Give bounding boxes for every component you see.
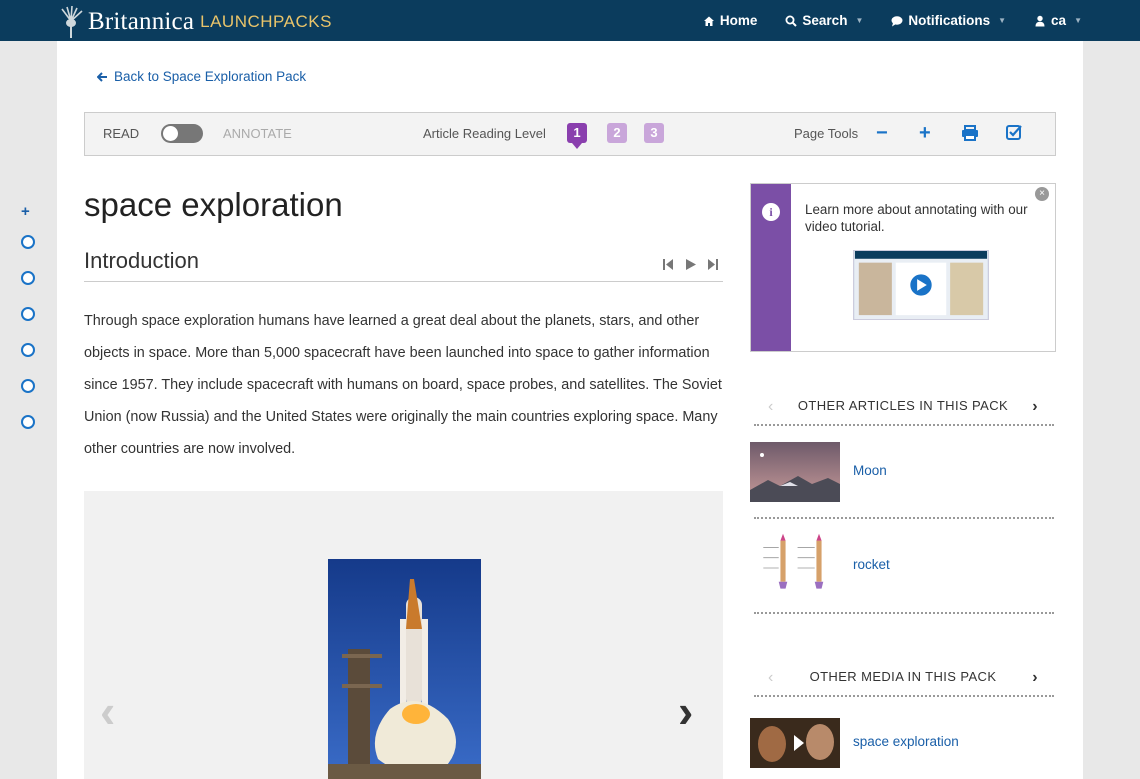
reading-level-2-button[interactable]: 2 xyxy=(607,123,627,143)
chevron-down-icon: ▼ xyxy=(1074,16,1082,25)
related-article-label: rocket xyxy=(853,557,890,572)
top-navigation-bar: Britannica LAUNCHPACKS Home Search ▼ Not… xyxy=(0,0,1140,41)
video-tutorial-thumbnail[interactable] xyxy=(853,250,989,320)
audio-controls xyxy=(662,258,719,271)
play-icon[interactable] xyxy=(684,258,697,271)
other-media-header: ‹ OTHER MEDIA IN THIS PACK › xyxy=(750,669,1056,687)
chevron-left-icon[interactable]: ‹ xyxy=(768,398,774,416)
other-articles-heading: OTHER ARTICLES IN THIS PACK xyxy=(797,398,1009,413)
checkbox-icon[interactable] xyxy=(1006,124,1023,141)
chevron-down-icon: ▼ xyxy=(998,16,1007,25)
related-article-moon[interactable]: Moon xyxy=(750,442,1056,502)
video-thumbnail xyxy=(750,718,840,768)
annotation-marker[interactable] xyxy=(21,307,35,321)
skip-forward-icon[interactable] xyxy=(707,258,719,271)
section-heading: Introduction xyxy=(84,248,723,282)
media-carousel: ‹ › xyxy=(84,491,723,779)
rocket-diagram-thumbnail xyxy=(756,532,834,592)
annotation-rail: + xyxy=(0,41,57,779)
britannica-launchpacks-logo[interactable]: Britannica LAUNCHPACKS xyxy=(58,4,332,40)
reading-level-1-button[interactable]: 1 xyxy=(567,123,587,149)
arrow-left-icon xyxy=(97,71,107,82)
nav-user-label: ca xyxy=(1051,13,1067,28)
reading-level-3-button[interactable]: 3 xyxy=(644,123,664,143)
carousel-prev-icon[interactable]: ‹ xyxy=(100,684,115,738)
article-title: space exploration xyxy=(84,186,343,223)
related-article-rocket[interactable]: rocket xyxy=(750,532,1056,592)
nav-home-label: Home xyxy=(719,13,758,28)
nav-search[interactable]: Search ▼ xyxy=(785,13,863,28)
skip-back-icon[interactable] xyxy=(662,258,674,271)
user-icon xyxy=(1035,15,1045,26)
annotation-marker[interactable] xyxy=(21,235,35,249)
annotation-marker[interactable] xyxy=(21,415,35,429)
page-tools-label: Page Tools xyxy=(794,126,859,141)
toggle-knob xyxy=(163,126,178,141)
thistle-logo-icon xyxy=(61,5,83,38)
tip-accent-bar: i xyxy=(751,184,791,351)
chevron-down-icon: ▼ xyxy=(855,16,864,25)
annotation-marker[interactable] xyxy=(21,271,35,285)
search-icon xyxy=(785,15,798,27)
info-icon: i xyxy=(762,203,780,221)
read-annotate-toggle[interactable] xyxy=(161,124,203,143)
home-icon xyxy=(703,16,714,26)
carousel-next-icon[interactable]: › xyxy=(678,684,693,738)
annotate-mode-label: ANNOTATE xyxy=(223,126,292,141)
chevron-left-icon[interactable]: ‹ xyxy=(768,669,774,687)
reading-toolbar: READ ANNOTATE Article Reading Level 1 2 … xyxy=(84,112,1056,156)
chevron-right-icon[interactable]: › xyxy=(1032,669,1038,687)
related-article-label: Moon xyxy=(853,463,887,478)
nav-notifications-label: Notifications xyxy=(908,13,991,28)
chat-bubble-icon xyxy=(891,15,903,26)
moon-thumbnail xyxy=(750,442,840,502)
chevron-right-icon[interactable]: › xyxy=(1032,398,1038,416)
other-articles-header: ‹ OTHER ARTICLES IN THIS PACK › xyxy=(750,398,1056,416)
article-body: Through space exploration humans have le… xyxy=(84,313,722,457)
main-content: Back to Space Exploration Pack READ ANNO… xyxy=(57,41,1083,779)
related-media-label: space exploration xyxy=(853,734,959,749)
tip-text: Learn more about annotating with our vid… xyxy=(805,202,1028,234)
divider xyxy=(754,424,1054,426)
right-margin xyxy=(1083,41,1140,779)
print-icon[interactable] xyxy=(961,125,979,141)
shuttle-launch-image[interactable] xyxy=(328,559,481,779)
related-media-space-exploration[interactable]: space exploration xyxy=(750,718,1056,768)
annotation-marker[interactable] xyxy=(21,379,35,393)
close-icon[interactable]: × xyxy=(1035,187,1049,201)
increase-font-icon[interactable]: + xyxy=(919,123,931,143)
brand-product: LAUNCHPACKS xyxy=(200,12,332,31)
nav-home[interactable]: Home xyxy=(703,13,758,28)
divider xyxy=(754,695,1054,697)
main-nav: Home Search ▼ Notifications ▼ ca ▼ xyxy=(703,0,1082,41)
section-title: Introduction xyxy=(84,248,199,273)
read-mode-label: READ xyxy=(103,126,140,141)
nav-search-label: Search xyxy=(802,13,848,28)
back-to-pack-link[interactable]: Back to Space Exploration Pack xyxy=(97,69,306,84)
add-annotation-icon[interactable]: + xyxy=(21,203,30,220)
back-link-label: Back to Space Exploration Pack xyxy=(114,69,307,84)
annotation-marker[interactable] xyxy=(21,343,35,357)
brand-name: Britannica xyxy=(88,8,195,35)
decrease-font-icon[interactable]: − xyxy=(876,123,888,143)
divider xyxy=(754,517,1054,519)
nav-user[interactable]: ca ▼ xyxy=(1034,13,1082,28)
other-media-heading: OTHER MEDIA IN THIS PACK xyxy=(809,669,997,684)
divider xyxy=(754,612,1054,614)
annotation-tip-panel: i × Learn more about annotating with our… xyxy=(750,183,1056,352)
nav-notifications[interactable]: Notifications ▼ xyxy=(891,13,1006,28)
reading-level-label: Article Reading Level xyxy=(423,126,546,141)
